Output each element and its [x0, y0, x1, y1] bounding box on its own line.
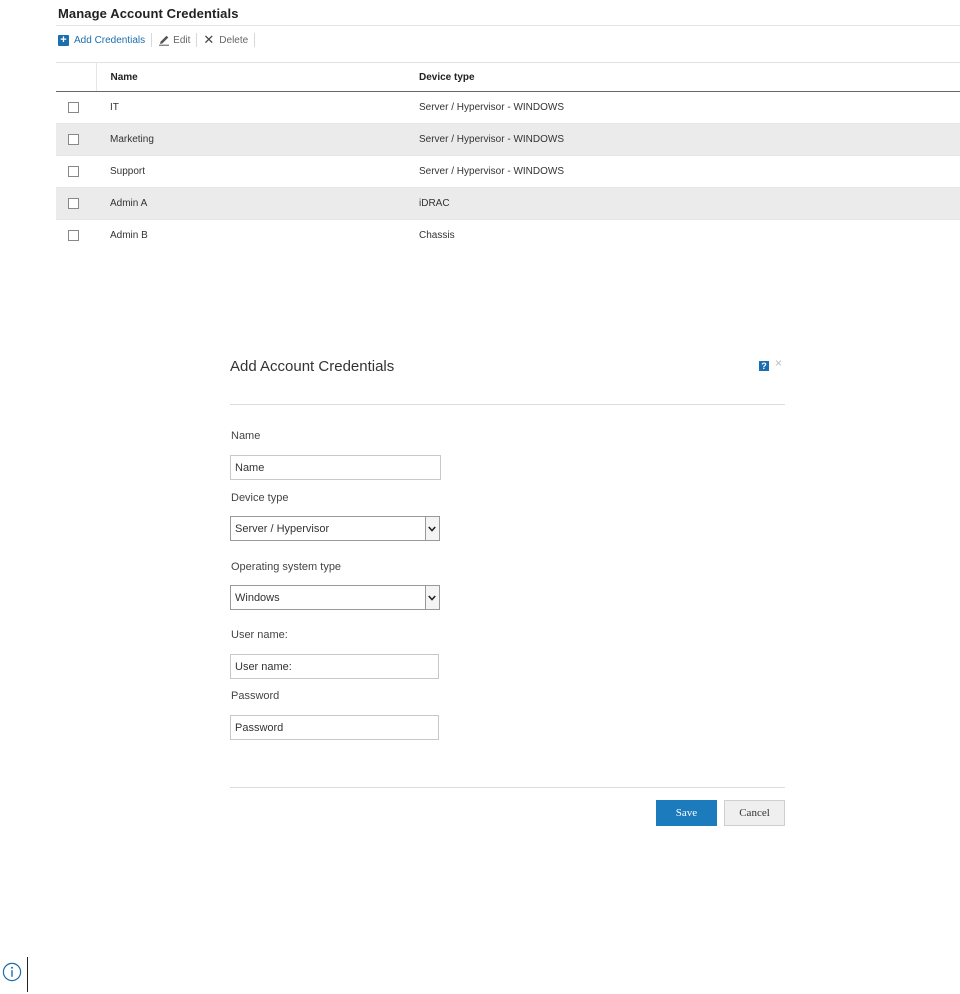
- row-checkbox[interactable]: [68, 134, 79, 145]
- chevron-down-icon: [428, 526, 436, 532]
- row-name: Admin A: [96, 187, 405, 220]
- add-credentials-button[interactable]: + Add Credentials: [58, 34, 146, 46]
- x-icon: ✕: [203, 32, 215, 47]
- column-header-name[interactable]: Name: [96, 62, 405, 92]
- row-device-type: Server / Hypervisor - WINDOWS: [405, 155, 960, 188]
- device-type-select[interactable]: Server / Hypervisor: [230, 516, 440, 541]
- os-type-select[interactable]: Windows: [230, 585, 440, 610]
- column-header-device-type[interactable]: Device type: [405, 62, 960, 92]
- delete-button[interactable]: ✕ Delete: [203, 32, 249, 47]
- table-row[interactable]: IT Server / Hypervisor - WINDOWS: [56, 91, 960, 124]
- pencil-icon: [159, 35, 170, 46]
- username-input[interactable]: [230, 654, 439, 679]
- password-input[interactable]: [230, 715, 439, 740]
- device-type-dropdown-button[interactable]: [425, 517, 439, 540]
- table-row[interactable]: Support Server / Hypervisor - WINDOWS: [56, 155, 960, 188]
- help-icon[interactable]: ?: [759, 361, 769, 371]
- delete-label: Delete: [219, 34, 249, 46]
- row-device-type: Server / Hypervisor - WINDOWS: [405, 123, 960, 156]
- name-label: Name: [231, 430, 261, 442]
- row-name: Support: [96, 155, 405, 188]
- row-checkbox[interactable]: [68, 166, 79, 177]
- row-device-type: Server / Hypervisor - WINDOWS: [405, 91, 960, 124]
- edit-label: Edit: [173, 34, 191, 46]
- toolbar-separator: [151, 33, 153, 47]
- toolbar: + Add Credentials Edit ✕ Delete: [58, 32, 261, 48]
- table-row[interactable]: Admin A iDRAC: [56, 187, 960, 220]
- edit-button[interactable]: Edit: [158, 34, 190, 46]
- os-type-value: Windows: [235, 592, 280, 604]
- device-type-value: Server / Hypervisor: [235, 523, 330, 535]
- toolbar-separator: [254, 33, 256, 47]
- row-name: IT: [96, 91, 405, 124]
- row-checkbox[interactable]: [68, 230, 79, 241]
- info-divider: [27, 957, 28, 992]
- row-checkbox[interactable]: [68, 198, 79, 209]
- page-title: Manage Account Credentials: [58, 6, 239, 21]
- password-label: Password: [231, 690, 280, 702]
- os-type-label: Operating system type: [231, 561, 342, 573]
- row-device-type: iDRAC: [405, 187, 960, 220]
- row-device-type: Chassis: [419, 230, 455, 241]
- dialog-footer-divider: [230, 787, 785, 788]
- device-type-label: Device type: [231, 492, 289, 504]
- table-row[interactable]: Admin B Chassis: [56, 220, 960, 252]
- cancel-button[interactable]: Cancel: [724, 800, 785, 826]
- row-name: Admin B: [110, 230, 148, 241]
- name-input[interactable]: [230, 455, 441, 480]
- os-type-dropdown-button[interactable]: [425, 586, 439, 609]
- toolbar-separator: [196, 33, 198, 47]
- select-column-header: [56, 62, 97, 92]
- save-button[interactable]: Save: [656, 800, 717, 826]
- info-icon: [2, 962, 22, 982]
- row-checkbox[interactable]: [68, 102, 79, 113]
- chevron-down-icon: [428, 595, 436, 601]
- add-credentials-label: Add Credentials: [74, 34, 146, 46]
- row-name: Marketing: [96, 123, 405, 156]
- plus-icon: +: [58, 34, 69, 46]
- title-divider: [56, 25, 960, 26]
- credentials-table: Name Device type IT Server / Hypervisor …: [56, 62, 960, 251]
- dialog-title: Add Account Credentials: [230, 358, 395, 375]
- dialog-header-divider: [230, 404, 785, 405]
- username-label: User name:: [231, 629, 288, 641]
- close-icon[interactable]: ×: [775, 357, 782, 369]
- table-header-row: Name Device type: [56, 62, 960, 92]
- table-row[interactable]: Marketing Server / Hypervisor - WINDOWS: [56, 123, 960, 156]
